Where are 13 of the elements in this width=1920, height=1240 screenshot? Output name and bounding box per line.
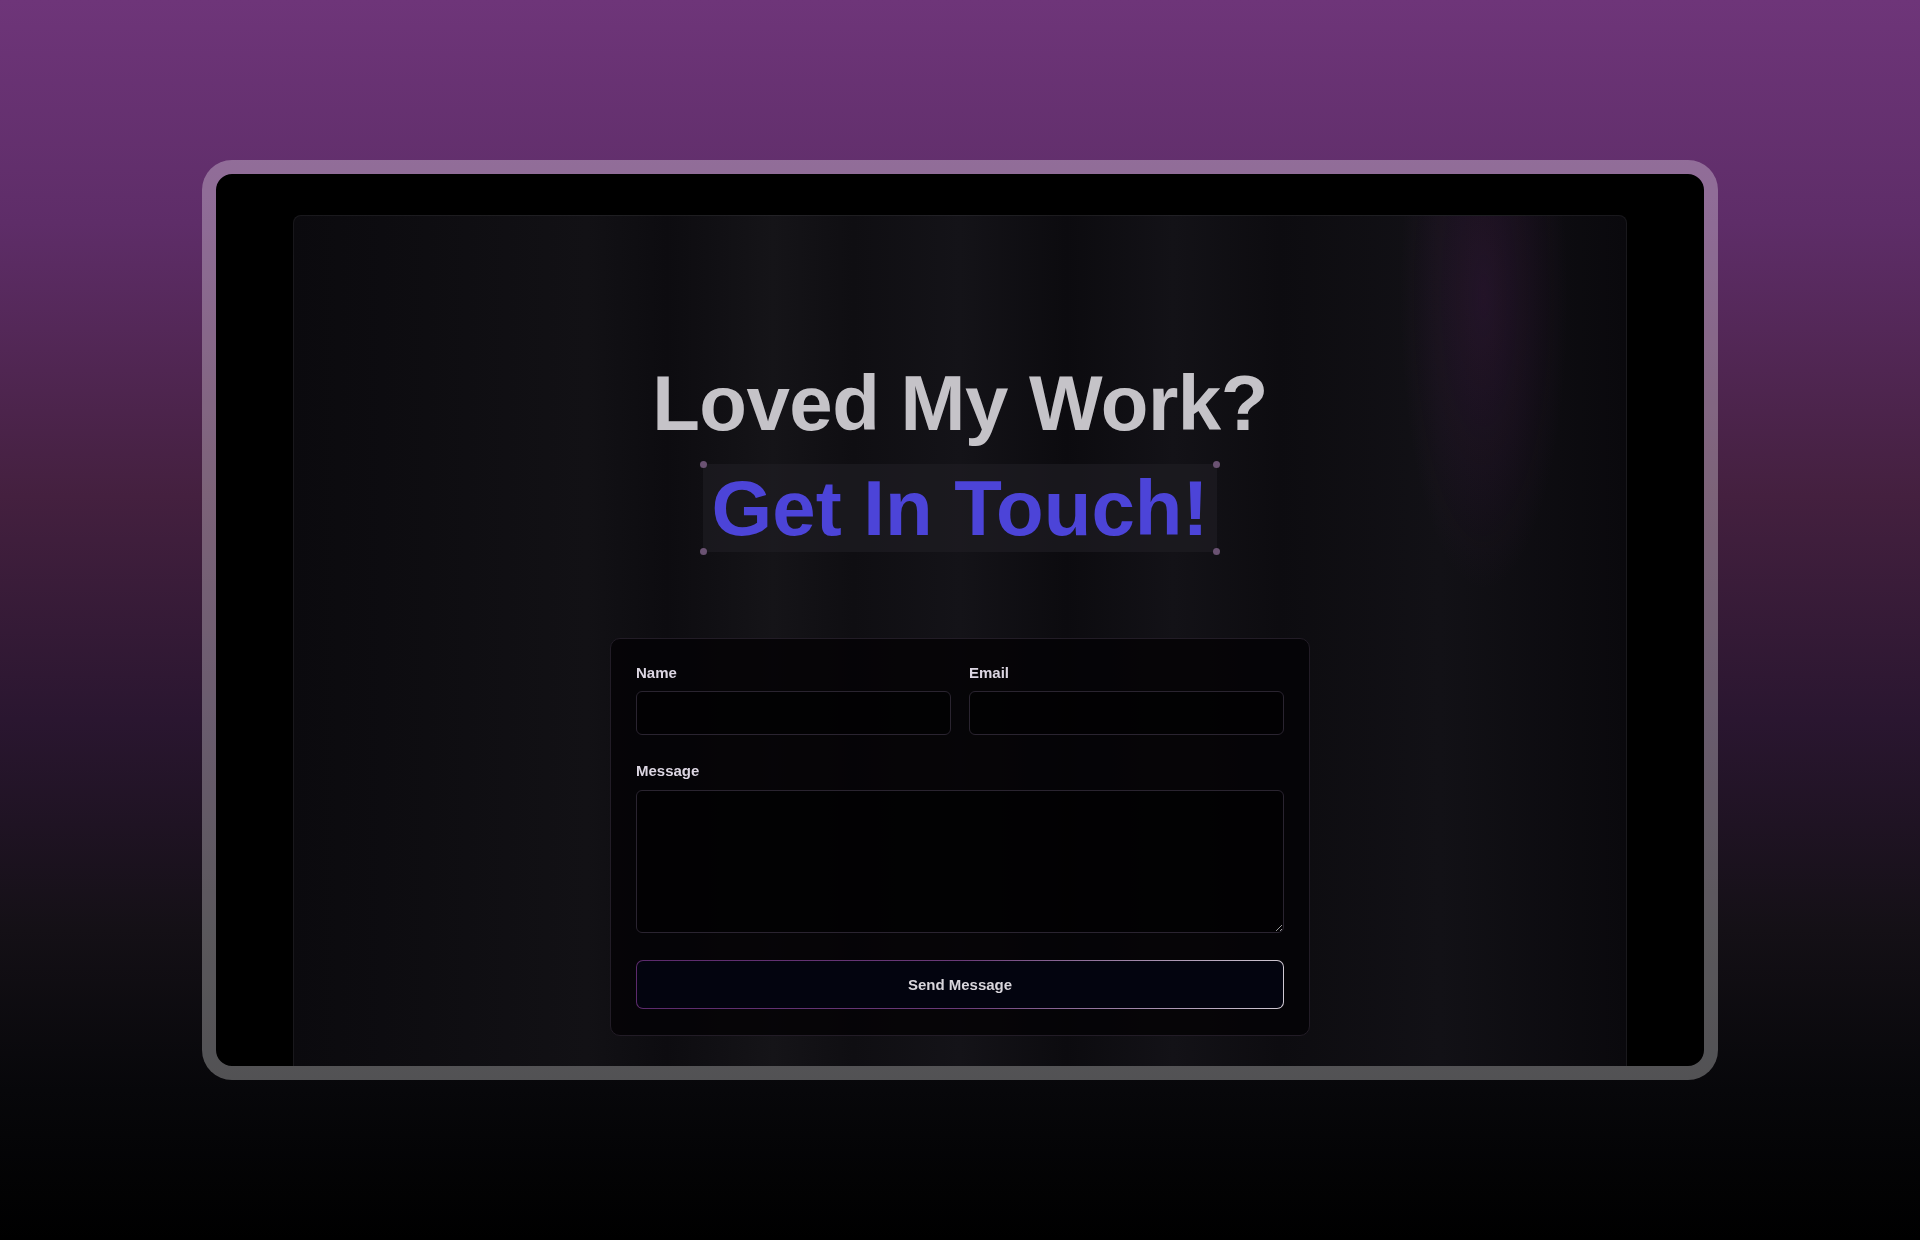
corner-dot-icon [699, 548, 707, 555]
field-label: Email [969, 664, 1011, 682]
corner-dot-icon [699, 461, 707, 468]
field-label: Name [636, 664, 678, 682]
textarea-field[interactable] [636, 790, 1284, 933]
input-field[interactable] [969, 691, 1284, 735]
heading-highlight-text: Get In Touch! [711, 464, 1209, 552]
heading-text: Loved My Work? [652, 358, 1268, 449]
corner-dot-icon [1213, 548, 1221, 555]
input-field[interactable] [636, 691, 951, 735]
corner-dot-icon [1213, 461, 1221, 468]
submit-button[interactable]: Send Message [636, 960, 1284, 1009]
field-label: Message [636, 762, 701, 780]
